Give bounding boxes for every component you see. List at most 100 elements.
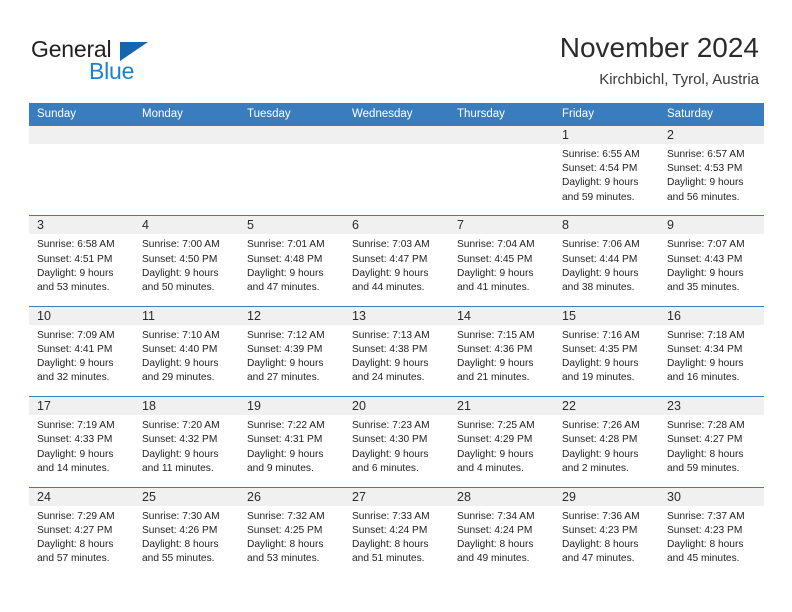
week-row: 1 Sunrise: 6:55 AM Sunset: 4:54 PM Daylight… <box>29 126 764 215</box>
daylight-text: and 47 minutes. <box>562 553 635 565</box>
day-number: 12 <box>239 306 344 325</box>
day-cell[interactable]: 9 Sunrise: 7:07 AM Sunset: 4:43 PM Daylight… <box>659 216 764 305</box>
day-cell-empty <box>344 126 449 215</box>
sunrise-text: Sunrise: 7:12 AM <box>247 329 325 341</box>
logo-text-blue: Blue <box>89 58 135 84</box>
day-cell[interactable]: 26 Sunrise: 7:32 AM Sunset: 4:25 PM Dayligh… <box>239 487 344 577</box>
day-cell[interactable]: 4 Sunrise: 7:00 AM Sunset: 4:50 PM Daylight… <box>134 216 239 305</box>
daylight-text: and 59 minutes. <box>562 191 635 203</box>
sunrise-text: Sunrise: 7:07 AM <box>667 239 745 251</box>
day-cell[interactable]: 5 Sunrise: 7:01 AM Sunset: 4:48 PM Daylight… <box>239 216 344 305</box>
general-blue-logo[interactable]: General Blue <box>31 36 161 84</box>
weekday-header-thursday: Thursday <box>457 108 505 120</box>
day-cell[interactable]: 12 Sunrise: 7:12 AM Sunset: 4:39 PM Dayligh… <box>239 306 344 396</box>
day-sun-info: Sunrise: 6:57 AM Sunset: 4:53 PM Daylight:… <box>659 144 764 205</box>
sunset-text: Sunset: 4:33 PM <box>37 434 113 446</box>
sunrise-text: Sunrise: 7:13 AM <box>352 329 430 341</box>
daylight-text: Daylight: 9 hours <box>247 358 324 370</box>
day-number: 25 <box>134 487 239 506</box>
day-number: 20 <box>344 397 449 416</box>
daylight-text: Daylight: 9 hours <box>562 358 639 370</box>
sunrise-text: Sunrise: 6:55 AM <box>562 149 640 160</box>
day-sun-info: Sunrise: 7:10 AM Sunset: 4:40 PM Daylight:… <box>134 325 239 386</box>
day-cell[interactable]: 21 Sunrise: 7:25 AM Sunset: 4:29 PM Dayligh… <box>449 397 554 486</box>
day-cell[interactable]: 20 Sunrise: 7:23 AM Sunset: 4:30 PM Dayligh… <box>344 397 449 486</box>
day-sun-info: Sunrise: 7:09 AM Sunset: 4:41 PM Daylight:… <box>29 325 134 386</box>
day-cell[interactable]: 17 Sunrise: 7:19 AM Sunset: 4:33 PM Dayligh… <box>29 397 134 486</box>
day-cell[interactable]: 14 Sunrise: 7:15 AM Sunset: 4:36 PM Dayligh… <box>449 306 554 396</box>
daylight-text: Daylight: 9 hours <box>457 448 534 460</box>
sunrise-text: Sunrise: 7:22 AM <box>247 420 325 432</box>
sunset-text: Sunset: 4:54 PM <box>562 163 638 175</box>
day-number: 29 <box>554 487 659 506</box>
daylight-text: Daylight: 9 hours <box>667 267 744 279</box>
sunset-text: Sunset: 4:25 PM <box>247 524 323 536</box>
day-sun-info: Sunrise: 7:12 AM Sunset: 4:39 PM Daylight:… <box>239 325 344 386</box>
sunrise-text: Sunrise: 7:28 AM <box>667 420 745 432</box>
day-number: 27 <box>344 487 449 506</box>
sunset-text: Sunset: 4:53 PM <box>667 163 743 175</box>
week-row: 24 Sunrise: 7:29 AM Sunset: 4:27 PM Dayligh… <box>29 486 764 577</box>
sunset-text: Sunset: 4:36 PM <box>457 343 533 355</box>
day-cell[interactable]: 27 Sunrise: 7:33 AM Sunset: 4:24 PM Dayligh… <box>344 487 449 577</box>
sunrise-text: Sunrise: 7:04 AM <box>457 239 535 251</box>
day-cell[interactable]: 10 Sunrise: 7:09 AM Sunset: 4:41 PM Dayligh… <box>29 306 134 396</box>
day-number <box>29 126 134 144</box>
day-cell[interactable]: 18 Sunrise: 7:20 AM Sunset: 4:32 PM Dayligh… <box>134 397 239 486</box>
sunset-text: Sunset: 4:39 PM <box>247 343 323 355</box>
day-cell[interactable]: 6 Sunrise: 7:03 AM Sunset: 4:47 PM Daylight… <box>344 216 449 305</box>
daylight-text: and 32 minutes. <box>37 372 110 384</box>
weekday-header-monday: Monday <box>142 108 183 120</box>
day-sun-info: Sunrise: 7:15 AM Sunset: 4:36 PM Daylight:… <box>449 325 554 386</box>
day-sun-info: Sunrise: 7:00 AM Sunset: 4:50 PM Daylight:… <box>134 234 239 295</box>
sunset-text: Sunset: 4:44 PM <box>562 253 638 265</box>
day-cell[interactable]: 8 Sunrise: 7:06 AM Sunset: 4:44 PM Daylight… <box>554 216 659 305</box>
day-cell[interactable]: 25 Sunrise: 7:30 AM Sunset: 4:26 PM Dayligh… <box>134 487 239 577</box>
day-cell[interactable]: 23 Sunrise: 7:28 AM Sunset: 4:27 PM Dayligh… <box>659 397 764 486</box>
sunrise-text: Sunrise: 7:09 AM <box>37 329 115 341</box>
daylight-text: Daylight: 9 hours <box>142 448 219 460</box>
sunset-text: Sunset: 4:30 PM <box>352 434 428 446</box>
daylight-text: and 2 minutes. <box>562 462 629 474</box>
sunset-text: Sunset: 4:47 PM <box>352 253 428 265</box>
day-cell[interactable]: 28 Sunrise: 7:34 AM Sunset: 4:24 PM Dayligh… <box>449 487 554 577</box>
daylight-text: and 6 minutes. <box>352 462 419 474</box>
sunrise-text: Sunrise: 7:10 AM <box>142 329 220 341</box>
day-cell[interactable]: 15 Sunrise: 7:16 AM Sunset: 4:35 PM Dayligh… <box>554 306 659 396</box>
day-cell[interactable]: 11 Sunrise: 7:10 AM Sunset: 4:40 PM Dayligh… <box>134 306 239 396</box>
day-cell[interactable]: 30 Sunrise: 7:37 AM Sunset: 4:23 PM Dayligh… <box>659 487 764 577</box>
day-cell[interactable]: 7 Sunrise: 7:04 AM Sunset: 4:45 PM Daylight… <box>449 216 554 305</box>
day-cell[interactable]: 24 Sunrise: 7:29 AM Sunset: 4:27 PM Dayligh… <box>29 487 134 577</box>
sunrise-text: Sunrise: 6:58 AM <box>37 239 115 251</box>
sunset-text: Sunset: 4:24 PM <box>457 524 533 536</box>
sunrise-text: Sunrise: 7:15 AM <box>457 329 535 341</box>
day-cell[interactable]: 1 Sunrise: 6:55 AM Sunset: 4:54 PM Daylight… <box>554 126 659 215</box>
day-cell[interactable]: 2 Sunrise: 6:57 AM Sunset: 4:53 PM Daylight… <box>659 126 764 215</box>
day-cell[interactable]: 22 Sunrise: 7:26 AM Sunset: 4:28 PM Dayligh… <box>554 397 659 486</box>
day-cell[interactable]: 3 Sunrise: 6:58 AM Sunset: 4:51 PM Daylight… <box>29 216 134 305</box>
sunrise-text: Sunrise: 7:25 AM <box>457 420 535 432</box>
day-number <box>344 126 449 144</box>
daylight-text: Daylight: 9 hours <box>352 267 429 279</box>
day-number: 6 <box>344 216 449 235</box>
daylight-text: Daylight: 9 hours <box>667 177 744 189</box>
day-sun-info: Sunrise: 7:26 AM Sunset: 4:28 PM Daylight:… <box>554 415 659 476</box>
day-number: 23 <box>659 397 764 416</box>
day-cell[interactable]: 29 Sunrise: 7:36 AM Sunset: 4:23 PM Dayligh… <box>554 487 659 577</box>
day-number: 11 <box>134 306 239 325</box>
sunset-text: Sunset: 4:45 PM <box>457 253 533 265</box>
daylight-text: Daylight: 9 hours <box>247 448 324 460</box>
day-number: 18 <box>134 397 239 416</box>
daylight-text: and 24 minutes. <box>352 372 425 384</box>
day-number: 9 <box>659 216 764 235</box>
daylight-text: and 38 minutes. <box>562 282 635 293</box>
day-cell[interactable]: 19 Sunrise: 7:22 AM Sunset: 4:31 PM Dayligh… <box>239 397 344 486</box>
sunset-text: Sunset: 4:34 PM <box>667 343 743 355</box>
sunrise-text: Sunrise: 7:03 AM <box>352 239 430 251</box>
daylight-text: Daylight: 8 hours <box>352 538 429 550</box>
day-cell[interactable]: 16 Sunrise: 7:18 AM Sunset: 4:34 PM Dayligh… <box>659 306 764 396</box>
day-cell[interactable]: 13 Sunrise: 7:13 AM Sunset: 4:38 PM Dayligh… <box>344 306 449 396</box>
week-row: 17 Sunrise: 7:19 AM Sunset: 4:33 PM Dayligh… <box>29 396 764 486</box>
sunrise-text: Sunrise: 7:37 AM <box>667 510 745 522</box>
day-sun-info: Sunrise: 7:07 AM Sunset: 4:43 PM Daylight:… <box>659 234 764 295</box>
